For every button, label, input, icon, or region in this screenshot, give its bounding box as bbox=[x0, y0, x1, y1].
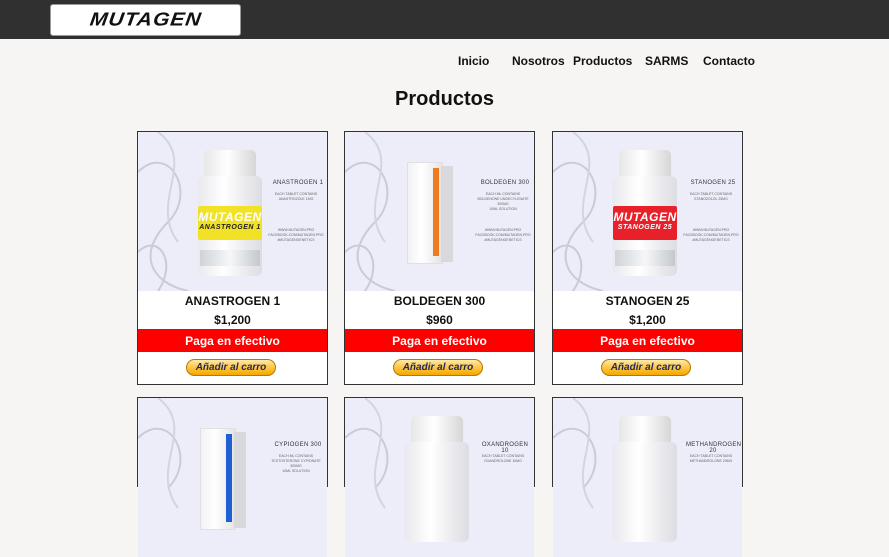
image-description: EACH TABLET CONTAINS STANOZOLOL 25MG bbox=[689, 192, 733, 201]
nav-item-nosotros[interactable]: Nosotros bbox=[512, 54, 565, 68]
nav-item-sarms[interactable]: SARMS bbox=[645, 54, 688, 68]
image-description: EACH TABLET CONTAINS OXANDROLONE 10MG bbox=[481, 454, 525, 463]
pay-cash-banner: Paga en efectivo bbox=[345, 329, 534, 352]
image-product-label: STANOGEN 25 bbox=[690, 180, 736, 186]
bottle-cap bbox=[619, 416, 671, 444]
product-box-stripe bbox=[226, 434, 232, 522]
bottle-body bbox=[405, 442, 469, 542]
product-card-oxandrogen: OXANDROGEN 10 EACH TABLET CONTAINS OXANDR… bbox=[344, 397, 535, 557]
bottle-label-text: MUTAGEN ANASTROGEN 1 bbox=[198, 210, 262, 231]
image-description: EACH TABLET CONTAINS METHANDROLONE 20MG bbox=[689, 454, 733, 463]
bottle-cap bbox=[619, 150, 671, 178]
product-card-boldegen: BOLDEGEN 300 EACH ML CONTAINS BOLDENONE U… bbox=[344, 131, 535, 385]
image-links: WWW.MUTAGEN.PRO FACEBOOK.COM/MUTAGEN.PRO #… bbox=[683, 228, 739, 242]
image-description: EACH TABLET CONTAINS ANASTROZOLE 1MG bbox=[274, 192, 318, 201]
bottle-label-text: MUTAGEN STANOGEN 25 bbox=[613, 210, 677, 231]
product-card-methandrogen: METHANDROGEN 20 EACH TABLET CONTAINS METH… bbox=[552, 397, 743, 557]
product-image[interactable]: MUTAGEN STANOGEN 25 STANOGEN 25 EACH TAB… bbox=[553, 132, 742, 291]
image-product-label: OXANDROGEN 10 bbox=[481, 442, 529, 454]
product-card-cypiogen: CYPIOGEN 300 EACH ML CONTAINS TESTOSTERON… bbox=[137, 397, 328, 557]
product-price: $1,200 bbox=[629, 313, 666, 327]
logo-text: MUTAGEN bbox=[88, 9, 203, 30]
product-box-side bbox=[234, 432, 246, 528]
product-name[interactable]: ANASTROGEN 1 bbox=[138, 294, 327, 308]
image-product-label: ANASTROGEN 1 bbox=[272, 180, 324, 186]
image-links: WWW.MUTAGEN.PRO FACEBOOK.COM/MUTAGEN.PRO #… bbox=[475, 228, 531, 242]
image-description: EACH ML CONTAINS TESTOSTERONE CYPIONATE 3… bbox=[271, 454, 321, 473]
nav-item-contacto[interactable]: Contacto bbox=[703, 54, 755, 68]
bottle-body bbox=[613, 442, 677, 542]
product-image[interactable]: MUTAGEN ANASTROGEN 1 ANASTROGEN 1 EACH T… bbox=[138, 132, 327, 291]
product-name[interactable]: STANOGEN 25 bbox=[553, 294, 742, 308]
product-name[interactable]: BOLDEGEN 300 bbox=[345, 294, 534, 308]
product-box-stripe bbox=[433, 168, 439, 256]
image-description: EACH ML CONTAINS BOLDENONE UNDECYLENATE 3… bbox=[477, 192, 529, 211]
product-box-side bbox=[441, 166, 453, 262]
pay-cash-banner: Paga en efectivo bbox=[138, 329, 327, 352]
bottle-cap bbox=[411, 416, 463, 444]
add-to-cart-button[interactable]: Añadir al carro bbox=[601, 359, 691, 376]
image-product-label: BOLDEGEN 300 bbox=[480, 180, 530, 186]
site-logo[interactable]: MUTAGEN bbox=[50, 4, 241, 36]
bottle-cap bbox=[204, 150, 256, 178]
add-to-cart-button[interactable]: Añadir al carro bbox=[393, 359, 483, 376]
bottle-foil bbox=[615, 250, 675, 266]
product-price: $1,200 bbox=[214, 313, 251, 327]
bottle-foil bbox=[200, 250, 260, 266]
product-image[interactable]: BOLDEGEN 300 EACH ML CONTAINS BOLDENONE U… bbox=[345, 132, 534, 291]
image-links: WWW.MUTAGEN.PRO FACEBOOK.COM/MUTAGEN.PRO #… bbox=[268, 228, 324, 242]
top-bar: MUTAGEN bbox=[0, 0, 889, 39]
image-product-label: CYPIOGEN 300 bbox=[274, 442, 322, 448]
nav-item-productos[interactable]: Productos bbox=[573, 54, 632, 68]
page-title: Productos bbox=[395, 88, 494, 110]
product-card-anastrogen: MUTAGEN ANASTROGEN 1 ANASTROGEN 1 EACH T… bbox=[137, 131, 328, 385]
nav-item-inicio[interactable]: Inicio bbox=[458, 54, 489, 68]
product-price: $960 bbox=[426, 313, 453, 327]
add-to-cart-button[interactable]: Añadir al carro bbox=[186, 359, 276, 376]
pay-cash-banner: Paga en efectivo bbox=[553, 329, 742, 352]
product-card-stanogen: MUTAGEN STANOGEN 25 STANOGEN 25 EACH TAB… bbox=[552, 131, 743, 385]
main-nav: Inicio Nosotros Productos SARMS Contacto bbox=[0, 54, 889, 70]
image-product-label: METHANDROGEN 20 bbox=[686, 442, 742, 454]
